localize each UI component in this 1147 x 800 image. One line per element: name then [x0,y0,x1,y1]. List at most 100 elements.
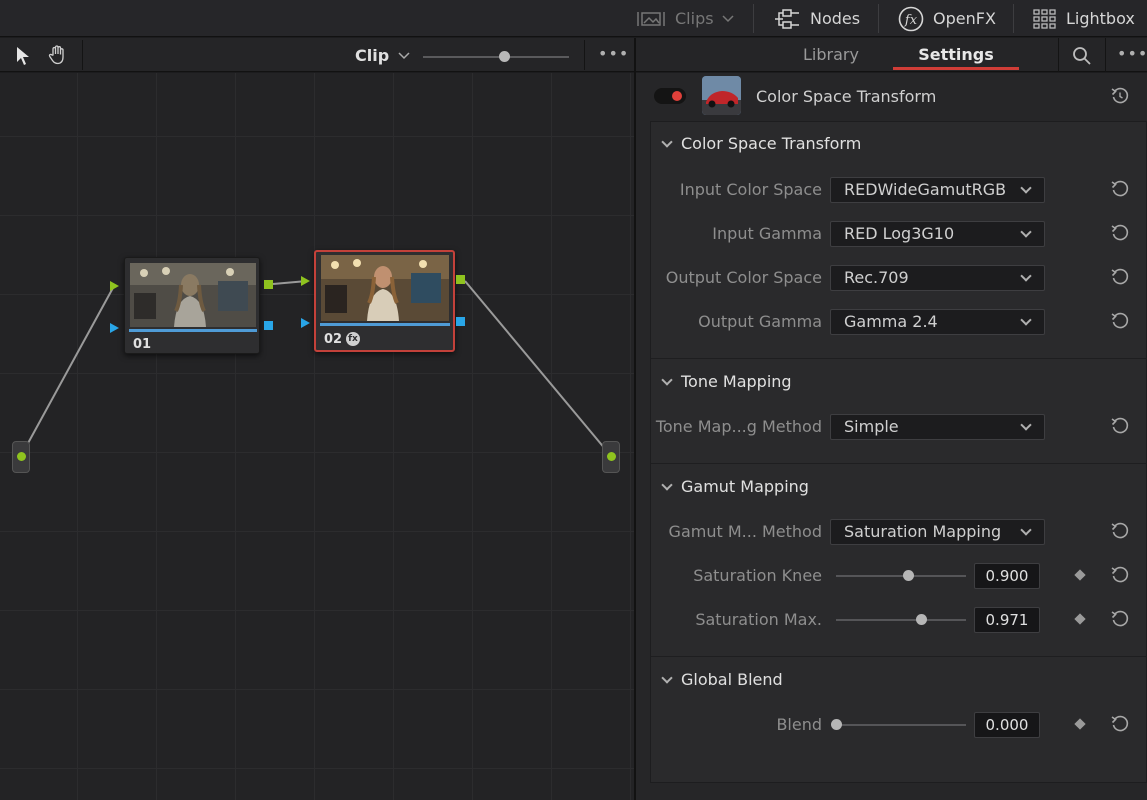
reset-icon[interactable] [1110,521,1130,541]
panel-options-icon[interactable]: ••• [1117,44,1147,63]
node02-rgb-output[interactable] [456,275,465,284]
reset-icon[interactable] [1110,311,1130,331]
pointer-tool-icon[interactable] [15,46,31,66]
section-header-tone-mapping[interactable]: Tone Mapping [661,372,792,391]
output-gamma-label: Output Gamma [698,312,822,331]
reset-icon[interactable] [1110,565,1130,585]
chevron-down-icon [1020,270,1032,282]
nodes-icon [775,8,799,29]
top-toolbar: Clips Nodes fx OpenFX Lightbox [0,0,1147,37]
chevron-down-icon [1020,524,1032,536]
dropdown-value: Simple [844,417,899,436]
toolbar-divider [1013,4,1014,33]
node-02[interactable]: 02 fx [314,250,455,352]
section-header-global-blend[interactable]: Global Blend [661,670,783,689]
saturation-knee-value[interactable]: 0.900 [974,563,1040,589]
openfx-panel-toolbar: Library Settings ••• [636,38,1147,72]
saturation-max-slider[interactable] [836,619,966,621]
clips-label: Clips [675,9,714,28]
clip-mode-label: Clip [355,46,390,65]
reset-icon[interactable] [1110,223,1130,243]
input-color-space-dropdown[interactable]: REDWideGamutRGB [830,177,1045,203]
saturation-knee-slider[interactable] [836,575,966,577]
fx-icon: fx [898,6,924,31]
gamut-mapping-method-label: Gamut M... Method [668,522,822,541]
node02-label: 02 [324,332,343,347]
dropdown-value: REDWideGamutRGB [844,180,1007,199]
node01-rgb-input[interactable] [110,281,119,291]
hand-tool-icon[interactable] [48,45,68,65]
chevron-down-icon [661,671,673,684]
zoom-slider-knob[interactable] [499,51,510,62]
chevron-down-icon [1020,419,1032,431]
toolbar-divider [753,4,754,33]
zoom-slider-track[interactable] [423,56,569,58]
section-header-cst[interactable]: Color Space Transform [661,134,861,153]
dropdown-value: Saturation Mapping [844,522,1002,541]
section-divider [651,656,1147,657]
node01-output-bar [129,329,257,332]
node01-rgb-output[interactable] [264,280,273,289]
node02-rgb-input[interactable] [301,276,310,286]
nodes-button[interactable]: Nodes [773,0,860,37]
reset-icon[interactable] [1110,416,1130,436]
effect-title: Color Space Transform [756,87,937,106]
node-editor-toolbar: Clip ••• [0,38,634,72]
gamut-mapping-method-dropdown[interactable]: Saturation Mapping [830,519,1045,545]
node02-key-input[interactable] [301,318,310,328]
effect-enable-toggle[interactable] [654,88,686,104]
reset-icon[interactable] [1110,267,1130,287]
blend-slider[interactable] [836,724,966,726]
reset-icon[interactable] [1110,609,1130,629]
node-editor-options-icon[interactable]: ••• [598,44,629,63]
node-01[interactable]: 01 [124,257,260,354]
tab-library[interactable]: Library [776,38,886,72]
openfx-applied-icon: fx [346,332,360,346]
saturation-max-value[interactable]: 0.971 [974,607,1040,633]
output-color-space-label: Output Color Space [665,268,822,287]
blend-value[interactable]: 0.000 [974,712,1040,738]
effect-thumbnail [702,76,741,115]
input-gamma-label: Input Gamma [712,224,822,243]
openfx-button[interactable]: fx OpenFX [898,0,996,37]
saturation-knee-label: Saturation Knee [693,566,822,585]
toolbar-divider [1105,38,1106,72]
node02-output-bar [320,323,450,326]
clip-mode-dropdown[interactable]: Clip [355,46,410,65]
node-graph-canvas[interactable] [0,73,634,800]
node01-key-input[interactable] [110,323,119,333]
output-color-space-dropdown[interactable]: Rec.709 [830,265,1045,291]
clips-button[interactable]: Clips [636,0,734,37]
reset-icon[interactable] [1110,714,1130,734]
source-input-port[interactable] [12,441,30,473]
toolbar-divider [1058,38,1059,72]
chevron-down-icon [1020,314,1032,326]
reset-effect-icon[interactable] [1110,86,1130,106]
section-title: Global Blend [681,670,783,689]
active-tab-indicator [893,67,1019,70]
tone-mapping-method-dropdown[interactable]: Simple [830,414,1045,440]
search-icon[interactable] [1072,46,1092,66]
node01-key-output[interactable] [264,321,273,330]
toolbar-divider [82,40,83,70]
section-divider [651,463,1147,464]
node02-key-output[interactable] [456,317,465,326]
chevron-down-icon [722,14,734,22]
source-output-port[interactable] [602,441,620,473]
chevron-down-icon [661,373,673,386]
lightbox-button[interactable]: Lightbox [1033,0,1135,37]
chevron-down-icon [661,478,673,491]
output-gamma-dropdown[interactable]: Gamma 2.4 [830,309,1045,335]
input-gamma-dropdown[interactable]: RED Log3G10 [830,221,1045,247]
reset-icon[interactable] [1110,179,1130,199]
blend-knob[interactable] [831,719,842,730]
node01-thumbnail [130,263,256,327]
chevron-down-icon [1020,182,1032,194]
openfx-label: OpenFX [933,9,996,28]
toolbar-divider [584,40,585,70]
svg-text:fx: fx [904,13,918,28]
saturation-knee-knob[interactable] [903,570,914,581]
saturation-max-knob[interactable] [916,614,927,625]
section-header-gamut-mapping[interactable]: Gamut Mapping [661,477,809,496]
chevron-down-icon [1020,226,1032,238]
